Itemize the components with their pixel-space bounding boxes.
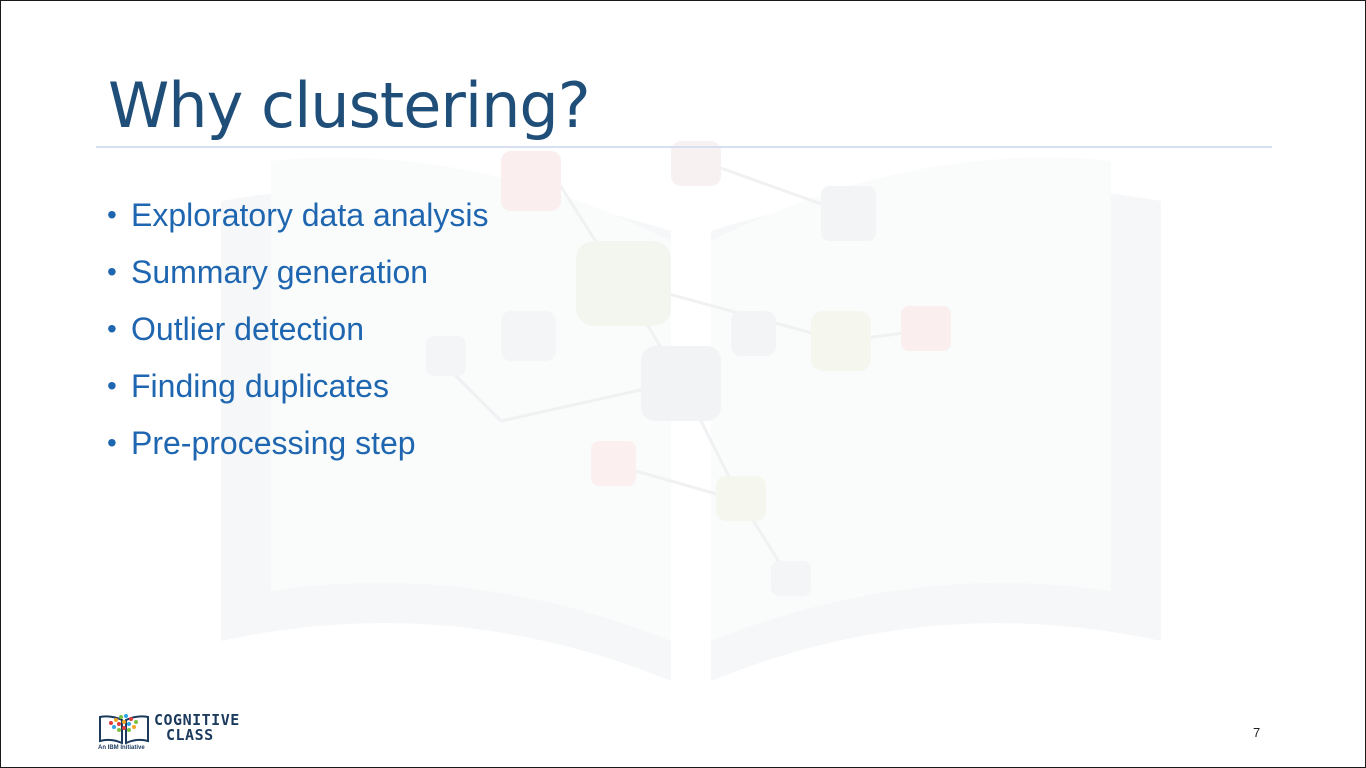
bullet-icon: • [107, 370, 117, 401]
bullet-text: Exploratory data analysis [131, 197, 489, 233]
logo-tagline: An IBM Initiative [98, 745, 145, 751]
logo-wordmark: COGNITIVE CLASS [154, 713, 240, 743]
book-dots-icon [99, 714, 149, 745]
slide-title: Why clustering? [108, 69, 591, 142]
title-underline [96, 146, 1272, 148]
bullet-item: • Summary generation [107, 248, 489, 305]
bullet-icon: • [107, 199, 117, 230]
bullet-item: • Finding duplicates [107, 362, 489, 419]
bullet-item: • Pre-processing step [107, 419, 489, 476]
page-number: 7 [1253, 725, 1261, 740]
bullet-text: Finding duplicates [131, 368, 389, 404]
bullet-icon: • [107, 313, 117, 344]
bullet-text: Outlier detection [131, 311, 365, 347]
bullet-icon: • [107, 256, 117, 287]
bullet-text: Pre-processing step [131, 425, 416, 461]
bullet-item: • Exploratory data analysis [107, 191, 489, 248]
bullet-list: • Exploratory data analysis • Summary gene… [107, 191, 489, 476]
bullet-item: • Outlier detection [107, 305, 489, 362]
bullet-text: Summary generation [131, 254, 429, 290]
logo-line2: CLASS [166, 726, 214, 744]
slide: Why clustering? • Exploratory data analys… [0, 0, 1366, 768]
bullet-icon: • [107, 427, 117, 458]
cognitive-class-logo: COGNITIVE CLASS An IBM Initiative [97, 711, 257, 757]
